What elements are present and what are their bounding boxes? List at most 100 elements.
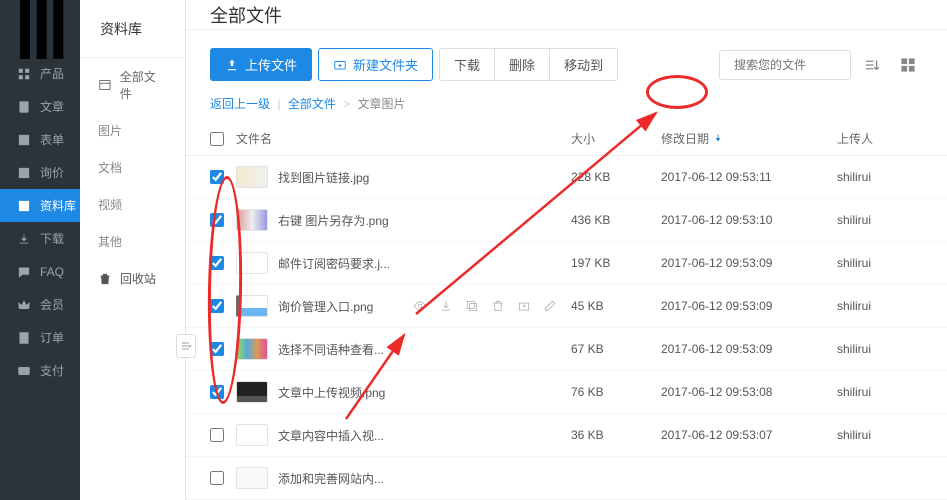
- table-row[interactable]: 右键 图片另存为.png436 KB2017-06-12 09:53:10shi…: [186, 199, 947, 242]
- table-row[interactable]: 找到图片链接.jpg228 KB2017-06-12 09:53:11shili…: [186, 156, 947, 199]
- table-row[interactable]: 文章中上传视频.png76 KB2017-06-12 09:53:08shili…: [186, 371, 947, 414]
- file-thumbnail: [236, 166, 268, 188]
- file-date: 2017-06-12 09:53:07: [661, 428, 837, 442]
- row-checkbox[interactable]: [210, 385, 224, 399]
- file-name: 右键 图片另存为.png: [278, 212, 571, 229]
- file-name: 文章中上传视频.png: [278, 384, 571, 401]
- row-checkbox[interactable]: [210, 471, 224, 485]
- col-user[interactable]: 上传人: [837, 130, 923, 147]
- file-thumbnail: [236, 381, 268, 403]
- file-size: 36 KB: [571, 428, 661, 442]
- file-thumbnail: [236, 295, 268, 317]
- sidebar-item-download[interactable]: 下载: [0, 222, 80, 255]
- sort-view-button[interactable]: [857, 50, 887, 80]
- form-icon: [16, 133, 32, 147]
- table-header: 文件名 大小 修改日期 上传人: [186, 122, 947, 156]
- move-icon[interactable]: [517, 299, 531, 313]
- download-button[interactable]: 下载: [439, 48, 494, 81]
- subnav: 资料库 全部文件 图片文档视频其他 回收站: [80, 0, 186, 500]
- delete-icon[interactable]: [491, 299, 505, 313]
- file-date: 2017-06-12 09:53:09: [661, 256, 837, 270]
- new-folder-button[interactable]: 新建文件夹: [318, 48, 433, 81]
- subnav-item[interactable]: 其他: [80, 223, 185, 260]
- col-size[interactable]: 大小: [571, 130, 661, 147]
- subnav-recycle[interactable]: 回收站: [80, 260, 185, 297]
- sidebar-item-grid[interactable]: 产品: [0, 57, 80, 90]
- file-size: 67 KB: [571, 342, 661, 356]
- col-filename[interactable]: 文件名: [236, 130, 571, 147]
- doc-icon: [16, 100, 32, 114]
- file-rows: 找到图片链接.jpg228 KB2017-06-12 09:53:11shili…: [186, 156, 947, 500]
- sidebar-item-faq[interactable]: FAQ: [0, 255, 80, 288]
- main: 全部文件 上传文件 新建文件夹 下载 删除 移动到: [186, 0, 947, 500]
- file-date: 2017-06-12 09:53:09: [661, 299, 837, 313]
- file-name: 添加和完善网站内...: [278, 470, 571, 487]
- file-date: 2017-06-12 09:53:11: [661, 170, 837, 184]
- breadcrumb-all[interactable]: 全部文件: [288, 97, 336, 111]
- page-title: 全部文件: [186, 0, 947, 30]
- move-to-button[interactable]: 移动到: [549, 48, 618, 81]
- table-row[interactable]: 询价管理入口.png 45 KB2017-06-12 09:53:09shili…: [186, 285, 947, 328]
- sidebar-item-library[interactable]: 资料库: [0, 189, 80, 222]
- preview-icon[interactable]: [413, 299, 427, 313]
- file-user: shilirui: [837, 342, 923, 356]
- select-all-checkbox[interactable]: [210, 132, 224, 146]
- delete-button[interactable]: 删除: [494, 48, 549, 81]
- inquiry-icon: [16, 166, 32, 180]
- sort-arrow-icon: [713, 132, 723, 146]
- row-checkbox[interactable]: [210, 342, 224, 356]
- file-name: 询价管理入口.png: [278, 298, 403, 315]
- table-row[interactable]: 文章内容中插入视...36 KB2017-06-12 09:53:07shili…: [186, 414, 947, 457]
- upload-button[interactable]: 上传文件: [210, 48, 312, 81]
- subnav-item[interactable]: 视频: [80, 186, 185, 223]
- row-checkbox[interactable]: [210, 299, 224, 313]
- download-icon[interactable]: [439, 299, 453, 313]
- file-size: 197 KB: [571, 256, 661, 270]
- crown-icon: [16, 298, 32, 312]
- sidebar-logo: [0, 0, 80, 57]
- file-user: shilirui: [837, 170, 923, 184]
- table-row[interactable]: 邮件订阅密码要求.j...197 KB2017-06-12 09:53:09sh…: [186, 242, 947, 285]
- faq-icon: [16, 265, 32, 279]
- sidebar-item-pay[interactable]: 支付: [0, 354, 80, 387]
- file-size: 45 KB: [571, 299, 661, 313]
- file-name: 邮件订阅密码要求.j...: [278, 255, 571, 272]
- sidebar-item-form[interactable]: 表单: [0, 123, 80, 156]
- file-size: 76 KB: [571, 385, 661, 399]
- library-icon: [16, 199, 32, 213]
- row-checkbox[interactable]: [210, 256, 224, 270]
- col-date[interactable]: 修改日期: [661, 130, 837, 147]
- sidebar-item-order[interactable]: 订单: [0, 321, 80, 354]
- sidebar-item-crown[interactable]: 会员: [0, 288, 80, 321]
- row-checkbox[interactable]: [210, 213, 224, 227]
- grid-view-button[interactable]: [893, 50, 923, 80]
- copy-icon[interactable]: [465, 299, 479, 313]
- file-thumbnail: [236, 467, 268, 489]
- sidebar: 产品文章表单询价资料库下载FAQ会员订单支付: [0, 0, 80, 500]
- file-name: 文章内容中插入视...: [278, 427, 571, 444]
- search-box[interactable]: [719, 50, 851, 80]
- grid-icon: [16, 67, 32, 81]
- file-thumbnail: [236, 424, 268, 446]
- edit-icon[interactable]: [543, 299, 557, 313]
- table-row[interactable]: 选择不同语种查看...67 KB2017-06-12 09:53:09shili…: [186, 328, 947, 371]
- breadcrumb-back[interactable]: 返回上一级: [210, 97, 270, 111]
- order-icon: [16, 331, 32, 345]
- subnav-item[interactable]: 文档: [80, 149, 185, 186]
- sidebar-item-doc[interactable]: 文章: [0, 90, 80, 123]
- file-date: 2017-06-12 09:53:08: [661, 385, 837, 399]
- subnav-item[interactable]: 图片: [80, 112, 185, 149]
- table-row[interactable]: 添加和完善网站内...: [186, 457, 947, 500]
- sidebar-item-inquiry[interactable]: 询价: [0, 156, 80, 189]
- file-name: 选择不同语种查看...: [278, 341, 571, 358]
- subnav-collapse-toggle[interactable]: [176, 334, 196, 358]
- file-size: 436 KB: [571, 213, 661, 227]
- file-thumbnail: [236, 338, 268, 360]
- file-user: shilirui: [837, 428, 923, 442]
- file-size: 228 KB: [571, 170, 661, 184]
- subnav-all-files[interactable]: 全部文件: [80, 58, 185, 112]
- row-checkbox[interactable]: [210, 170, 224, 184]
- row-checkbox[interactable]: [210, 428, 224, 442]
- row-actions: [413, 299, 557, 313]
- subnav-title: 资料库: [80, 0, 185, 57]
